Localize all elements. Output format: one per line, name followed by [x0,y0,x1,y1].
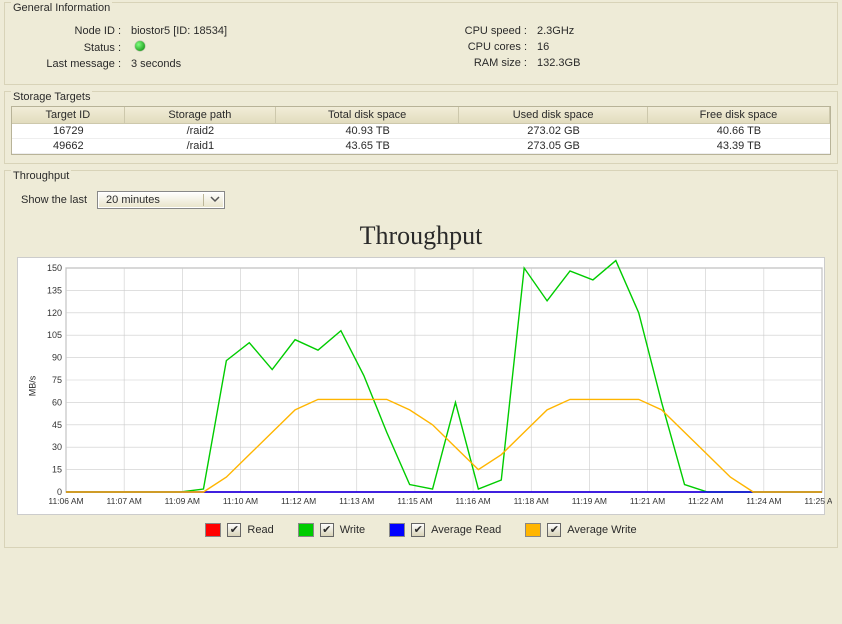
col-free[interactable]: Free disk space [648,107,830,124]
svg-text:75: 75 [52,375,62,385]
col-used[interactable]: Used disk space [459,107,648,124]
svg-text:11:13 AM: 11:13 AM [339,496,374,506]
node-id-value: biostor5 [ID: 18534] [127,25,227,37]
col-storage-path[interactable]: Storage path [125,107,276,124]
cpu-speed-value: 2.3GHz [533,25,574,37]
cell-used: 273.02 GB [459,124,648,139]
svg-text:30: 30 [52,442,62,452]
legend-avg-read-label: Average Read [431,524,501,536]
avg-read-checkbox[interactable]: ✔ [411,523,425,537]
svg-text:11:19 AM: 11:19 AM [572,496,607,506]
legend-read-label: Read [247,524,273,536]
svg-text:11:16 AM: 11:16 AM [455,496,490,506]
chevron-down-icon [203,194,220,206]
show-last-label: Show the last [21,194,87,206]
avg-read-swatch-icon [389,523,405,537]
read-checkbox[interactable]: ✔ [227,523,241,537]
write-checkbox[interactable]: ✔ [320,523,334,537]
cell-id: 49662 [12,139,125,154]
col-total[interactable]: Total disk space [276,107,459,124]
svg-text:11:10 AM: 11:10 AM [223,496,258,506]
throughput-chart: MB/s 015304560759010512013515011:06 AM11… [17,257,825,515]
cell-free: 40.66 TB [648,124,830,139]
throughput-panel: Throughput Show the last 20 minutes Thro… [4,170,838,548]
svg-text:11:25 AM: 11:25 AM [804,496,832,506]
general-info-panel: General Information Node ID : biostor5 [… [4,2,838,85]
legend-write-label: Write [340,524,365,536]
svg-text:45: 45 [52,420,62,430]
cpu-cores-label: CPU cores : [421,41,533,53]
svg-text:11:06 AM: 11:06 AM [48,496,83,506]
ram-label: RAM size : [421,57,533,69]
status-label: Status : [15,42,127,54]
cell-total: 40.93 TB [276,124,459,139]
throughput-title: Throughput [11,170,71,182]
write-swatch-icon [298,523,314,537]
chart-legend: ✔ Read ✔ Write ✔ Average Read ✔ Average … [5,515,837,541]
chart-svg: 015304560759010512013515011:06 AM11:07 A… [18,258,832,514]
general-title: General Information [11,2,112,14]
svg-text:15: 15 [52,465,62,475]
node-id-label: Node ID : [15,25,127,37]
avg-write-checkbox[interactable]: ✔ [547,523,561,537]
cell-used: 273.05 GB [459,139,648,154]
cell-path: /raid1 [125,139,276,154]
ram-value: 132.3GB [533,57,580,69]
y-axis-label: MB/s [27,376,37,397]
svg-text:11:22 AM: 11:22 AM [688,496,723,506]
table-row[interactable]: 49662/raid143.65 TB273.05 GB43.39 TB [12,139,830,154]
svg-text:120: 120 [47,308,62,318]
show-last-value: 20 minutes [106,194,160,206]
last-message-value: 3 seconds [127,58,181,70]
svg-text:90: 90 [52,353,62,363]
svg-text:11:15 AM: 11:15 AM [397,496,432,506]
last-message-label: Last message : [15,58,127,70]
storage-title: Storage Targets [11,91,92,103]
cpu-cores-value: 16 [533,41,549,53]
svg-text:11:07 AM: 11:07 AM [107,496,142,506]
svg-text:11:12 AM: 11:12 AM [281,496,316,506]
svg-text:60: 60 [52,397,62,407]
read-swatch-icon [205,523,221,537]
cell-id: 16729 [12,124,125,139]
legend-avg-write-label: Average Write [567,524,636,536]
svg-text:150: 150 [47,263,62,273]
cell-path: /raid2 [125,124,276,139]
cell-free: 43.39 TB [648,139,830,154]
avg-write-swatch-icon [525,523,541,537]
cpu-speed-label: CPU speed : [421,25,533,37]
storage-targets-panel: Storage Targets Target ID Storage path T… [4,91,838,164]
svg-text:11:18 AM: 11:18 AM [514,496,549,506]
show-last-select[interactable]: 20 minutes [97,191,225,209]
cell-total: 43.65 TB [276,139,459,154]
status-indicator-icon [135,41,145,51]
svg-text:105: 105 [47,330,62,340]
col-target-id[interactable]: Target ID [12,107,125,124]
svg-text:135: 135 [47,285,62,295]
storage-table: Target ID Storage path Total disk space … [11,106,831,155]
svg-text:11:09 AM: 11:09 AM [165,496,200,506]
table-row[interactable]: 16729/raid240.93 TB273.02 GB40.66 TB [12,124,830,139]
svg-text:11:21 AM: 11:21 AM [630,496,665,506]
chart-title: Throughput [5,221,837,251]
svg-text:11:24 AM: 11:24 AM [746,496,781,506]
